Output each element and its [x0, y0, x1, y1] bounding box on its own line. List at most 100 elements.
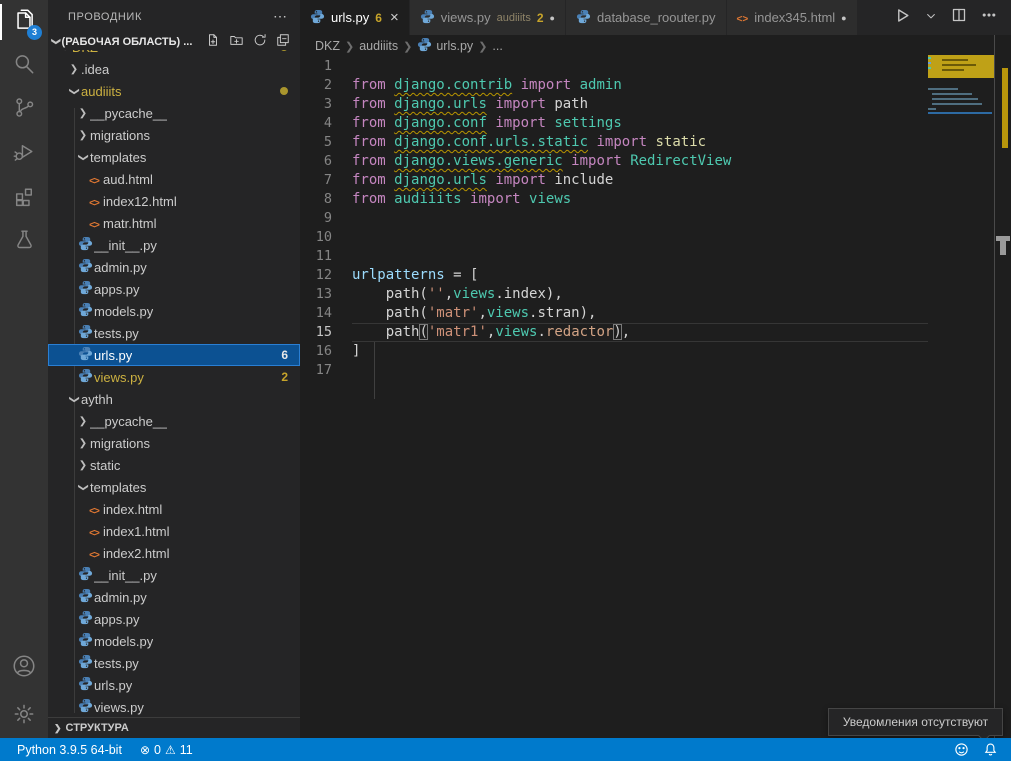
code-line-12[interactable]: 12urlpatterns = [ — [300, 266, 928, 285]
notifications-bell-button[interactable] — [976, 738, 1005, 761]
tree-item-migrations[interactable]: ❯migrations — [48, 124, 300, 146]
code-line-5[interactable]: 5from django.conf.urls.static import sta… — [300, 133, 928, 152]
breadcrumb-item[interactable]: ... — [492, 39, 502, 53]
tree-item-label: admin.py — [94, 590, 147, 605]
activity-bar-source-control[interactable] — [0, 88, 48, 132]
tree-item-views.py[interactable]: views.py2 — [48, 366, 300, 388]
tab-database_roouter.py[interactable]: database_roouter.py — [566, 0, 727, 35]
tree-item-label: templates — [90, 480, 146, 495]
tree-item-__pycache__[interactable]: ❯__pycache__ — [48, 102, 300, 124]
code-line-9[interactable]: 9 — [300, 209, 928, 228]
tree-item-__pycache__[interactable]: ❯__pycache__ — [48, 410, 300, 432]
line-number: 12 — [300, 266, 352, 285]
new-folder-icon[interactable] — [229, 33, 244, 50]
modified-dot-icon[interactable]: ● — [550, 13, 555, 23]
tree-item-aud.html[interactable]: <>aud.html — [48, 168, 300, 190]
tree-item-urls.py[interactable]: urls.py — [48, 674, 300, 696]
tree-item-apps.py[interactable]: apps.py — [48, 608, 300, 630]
run-button[interactable] — [894, 7, 911, 29]
code-line-2[interactable]: 2from django.contrib import admin — [300, 76, 928, 95]
code-line-13[interactable]: 13 path('',views.index), — [300, 285, 928, 304]
code-line-4[interactable]: 4from django.conf import settings — [300, 114, 928, 133]
line-number: 9 — [300, 209, 352, 228]
problems-status[interactable]: ⊗ 0 ⚠ 11 — [133, 738, 200, 761]
python-interpreter-status[interactable]: Python 3.9.5 64-bit — [10, 738, 129, 761]
run-dropdown[interactable] — [925, 9, 937, 27]
tree-item-__init__.py[interactable]: __init__.py — [48, 234, 300, 256]
tab-urls.py[interactable]: urls.py6× — [300, 0, 410, 35]
breadcrumb-item[interactable]: audiiits — [359, 39, 398, 53]
modified-dot-badge — [280, 50, 288, 51]
code-line-10[interactable]: 10 — [300, 228, 928, 247]
tree-item-matr.html[interactable]: <>matr.html — [48, 212, 300, 234]
code-line-6[interactable]: 6from django.views.generic import Redire… — [300, 152, 928, 171]
line-number: 13 — [300, 285, 352, 304]
tree-item-templates[interactable]: ❯templates — [48, 146, 300, 168]
tab-index345.html[interactable]: <>index345.html● — [727, 0, 858, 35]
code-line-1[interactable]: 1 — [300, 57, 928, 76]
tree-item-audiiits[interactable]: ❯audiiits — [48, 80, 300, 102]
chevron-right-icon: ❯ — [478, 40, 487, 53]
tree-item-migrations[interactable]: ❯migrations — [48, 432, 300, 454]
chevron-right-icon: ❯ — [76, 438, 90, 449]
close-icon[interactable]: × — [390, 9, 399, 26]
tab-views.py[interactable]: views.pyaudiiits2● — [410, 0, 566, 35]
breadcrumb-item[interactable]: urls.py — [417, 37, 473, 55]
tree-item-label: .idea — [81, 62, 109, 77]
code-line-11[interactable]: 11 — [300, 247, 928, 266]
tree-item-admin.py[interactable]: admin.py — [48, 586, 300, 608]
html-file-icon: <> — [85, 524, 103, 539]
outline-section-header[interactable]: ❯ СТРУКТУРА — [48, 717, 300, 738]
activity-bar-run-debug[interactable] — [0, 132, 48, 176]
chevron-right-icon: ❯ — [67, 64, 81, 75]
python-file-icon — [76, 368, 94, 386]
tree-item-models.py[interactable]: models.py — [48, 300, 300, 322]
activity-bar-explorer[interactable]: 3 — [0, 0, 48, 44]
tree-item-aythh[interactable]: ❯aythh — [48, 388, 300, 410]
code-line-16[interactable]: 16] — [300, 342, 928, 361]
tree-item-index.html[interactable]: <>index.html — [48, 498, 300, 520]
code-line-8[interactable]: 8from audiiits import views — [300, 190, 928, 209]
tree-item-DKZ[interactable]: ❯DKZ — [48, 50, 300, 58]
tree-item-models.py[interactable]: models.py — [48, 630, 300, 652]
tree-item-__init__.py[interactable]: __init__.py — [48, 564, 300, 586]
scrollbar-marker[interactable] — [1000, 241, 1006, 255]
tree-item-apps.py[interactable]: apps.py — [48, 278, 300, 300]
breadcrumb-item[interactable]: DKZ — [315, 39, 340, 53]
activity-bar-settings[interactable] — [0, 694, 48, 738]
tree-item-index1.html[interactable]: <>index1.html — [48, 520, 300, 542]
tree-item-tests.py[interactable]: tests.py — [48, 322, 300, 344]
code-line-14[interactable]: 14 path('matr',views.stran), — [300, 304, 928, 323]
code-line-17[interactable]: 17 — [300, 361, 928, 380]
tree-item-index12.html[interactable]: <>index12.html — [48, 190, 300, 212]
modified-dot-icon[interactable]: ● — [841, 13, 846, 23]
code-line-7[interactable]: 7from django.urls import include — [300, 171, 928, 190]
tree-item-urls.py[interactable]: urls.py6 — [48, 344, 300, 366]
tree-item-views.py[interactable]: views.py — [48, 696, 300, 717]
activity-bar-search[interactable] — [0, 44, 48, 88]
activity-bar-extensions[interactable] — [0, 176, 48, 220]
refresh-icon[interactable] — [253, 33, 267, 50]
tree-item-templates[interactable]: ❯templates — [48, 476, 300, 498]
minimap[interactable] — [928, 55, 995, 355]
chevron-down-icon: ❯ — [60, 50, 71, 54]
line-number: 10 — [300, 228, 352, 247]
feedback-button[interactable] — [947, 738, 976, 761]
tree-item-.idea[interactable]: ❯.idea — [48, 58, 300, 80]
split-editor-button[interactable] — [951, 7, 967, 28]
tree-item-index2.html[interactable]: <>index2.html — [48, 542, 300, 564]
collapse-all-icon[interactable] — [276, 33, 290, 50]
more-actions[interactable] — [981, 7, 997, 28]
code-editor[interactable]: 12from django.contrib import admin3from … — [300, 57, 928, 738]
new-file-icon[interactable] — [206, 33, 220, 50]
tree-item-static[interactable]: ❯static — [48, 454, 300, 476]
code-line-15[interactable]: 15 path('matr1',views.redactor), — [300, 323, 928, 342]
explorer-more-actions-icon[interactable]: ⋯ — [273, 8, 288, 25]
tree-item-tests.py[interactable]: tests.py — [48, 652, 300, 674]
extensions-icon — [12, 183, 37, 213]
tree-item-admin.py[interactable]: admin.py — [48, 256, 300, 278]
code-line-3[interactable]: 3from django.urls import path — [300, 95, 928, 114]
activity-bar-testing[interactable] — [0, 220, 48, 264]
activity-bar-accounts[interactable] — [0, 646, 48, 690]
workspace-section-header[interactable]: ❯ (РАБОЧАЯ ОБЛАСТЬ) ... — [48, 33, 300, 50]
